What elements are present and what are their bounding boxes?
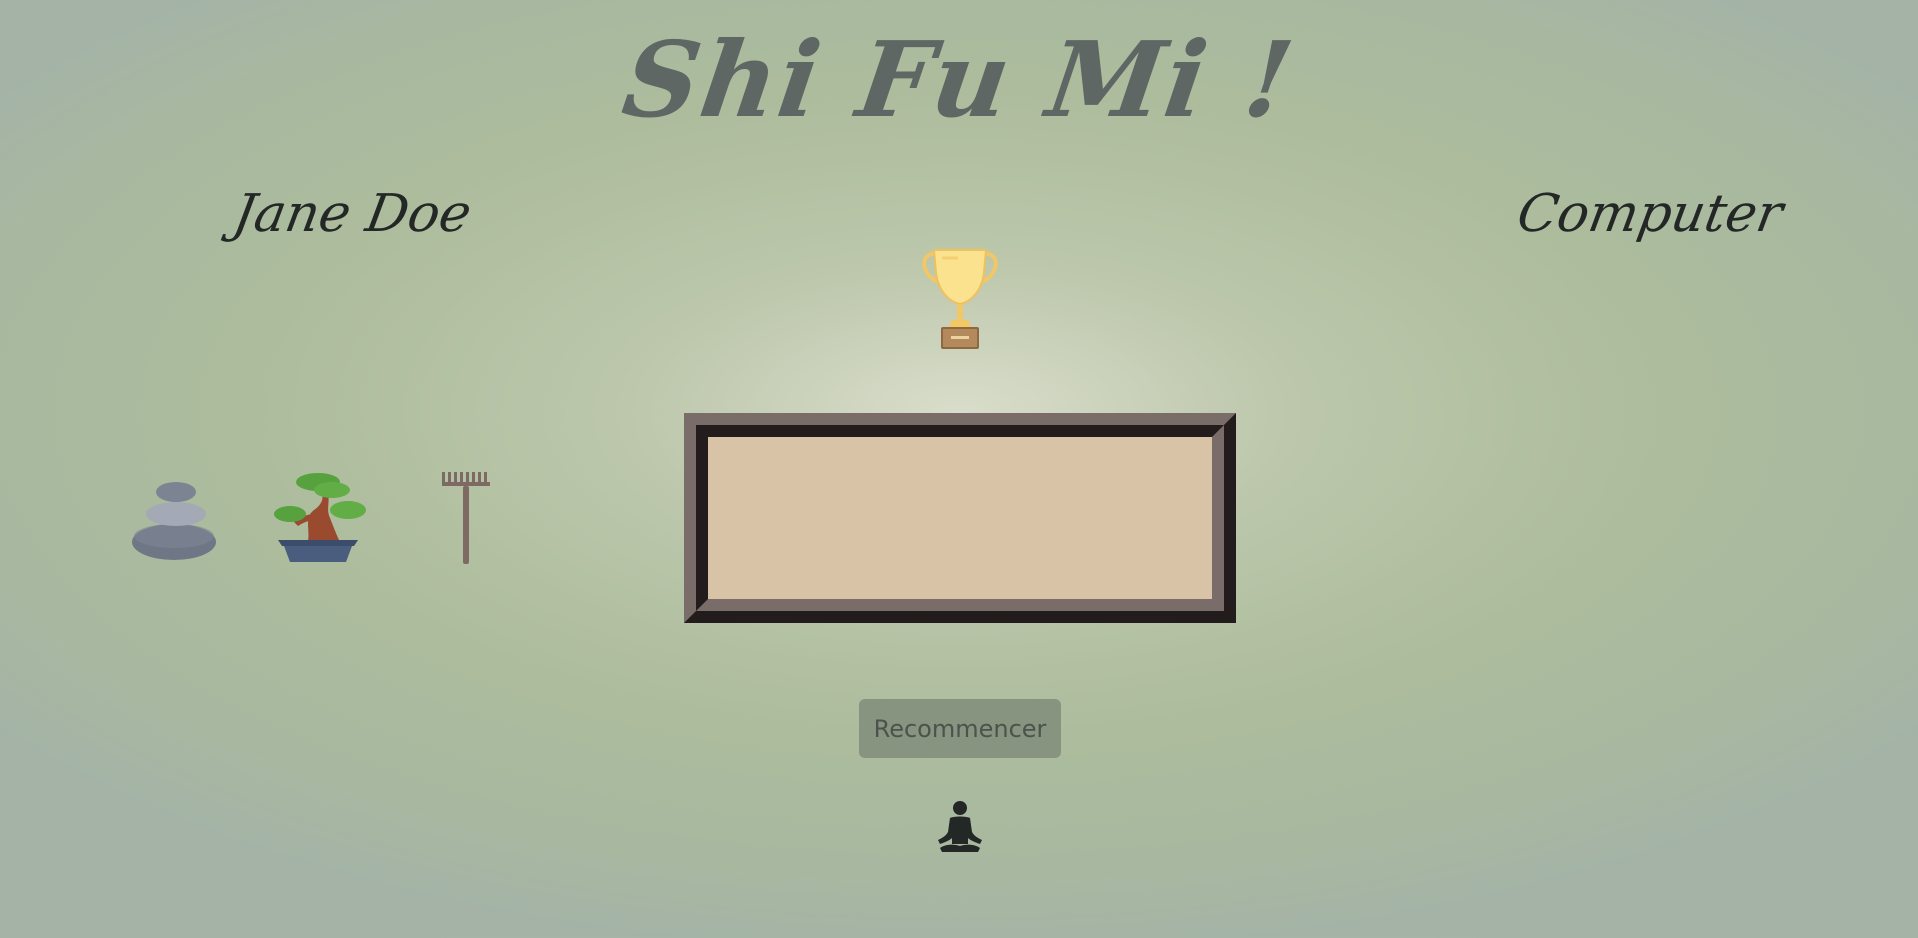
result-board [684,413,1236,623]
choice-tree[interactable] [270,470,366,566]
choice-stone[interactable] [128,478,220,564]
trophy-icon [922,249,998,349]
result-panel [696,425,1224,611]
page-title: Shi Fu Mi ! [616,18,1303,141]
restart-button[interactable]: Recommencer [859,699,1061,758]
bonsai-tree-icon [274,473,366,562]
stone-icon [132,482,216,560]
rake-icon [442,472,490,564]
choice-rake[interactable] [436,468,496,568]
opponent-name: Computer [1512,184,1788,244]
meditation-icon [938,801,982,852]
player-name: Jane Doe [228,184,476,244]
